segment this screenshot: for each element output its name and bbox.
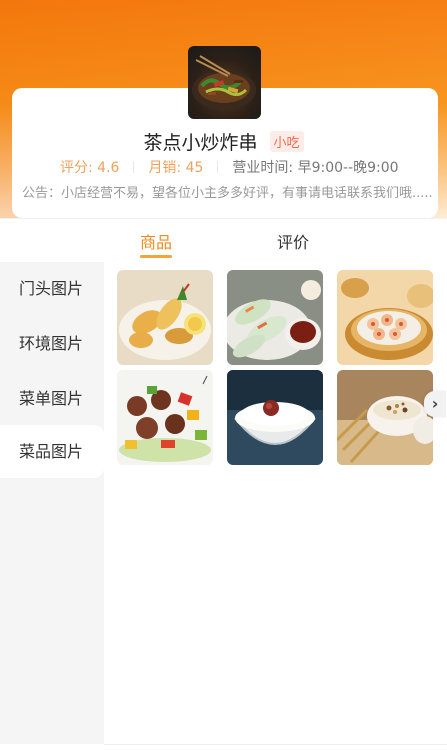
shop-category-tag: 小吃 [269,131,304,152]
photo-tile[interactable] [227,370,323,465]
photo-grid [117,270,437,470]
stir-fry-dish-icon [192,55,256,110]
scroll-right-button[interactable]: › [424,391,446,417]
sidebar-item-menu[interactable]: 菜单图片 [0,372,104,425]
meatball-skewers-photo-icon [117,370,213,465]
tab-reviews[interactable]: 评价 [277,229,309,253]
rating-text: 评分: 4.6 [60,160,120,176]
active-tab-indicator [140,255,172,258]
sidebar-item-environment[interactable]: 环境图片 [0,317,104,370]
photo-tile[interactable] [117,270,213,365]
shop-logo [188,46,261,119]
category-sidebar: 门头图片 环境图片 菜单图片 菜品图片 [0,262,104,744]
stats-divider [133,161,135,173]
shop-stats: 评分: 4.6 月销: 45 营业时间: 早9:00--晚9:00 [60,157,399,177]
chevron-right-icon: › [431,394,439,413]
stats-divider [217,161,219,173]
shop-name: 茶点小炒炸串 [143,132,258,154]
monthly-sales-text: 月销: 45 [148,160,204,176]
sidebar-item-storefront[interactable]: 门头图片 [0,262,104,315]
photo-tile[interactable] [337,270,433,365]
photo-tile[interactable] [337,370,433,465]
tempura-photo-icon [117,270,213,365]
business-hours-text: 营业时间: 早9:00--晚9:00 [232,160,399,176]
cereal-bowl-photo-icon [337,370,433,465]
tab-bar: 商品 评价 [0,218,447,262]
sidebar-item-dishes[interactable]: 菜品图片 [0,425,104,478]
shop-notice: 公告：小店经营不易，望各位小主多多好评，有事请电话联系我们哦..... [22,186,433,201]
shrimp-dumplings-photo-icon [337,270,433,365]
photo-tile[interactable] [117,370,213,465]
photo-tile[interactable] [227,270,323,365]
bottom-divider [104,744,447,745]
rice-bowl-photo-icon [227,370,323,465]
tab-products[interactable]: 商品 [140,229,172,253]
spring-rolls-photo-icon [227,270,323,365]
shop-page: 茶点小炒炸串 小吃 评分: 4.6 月销: 45 营业时间: 早9:00--晚9… [0,0,447,751]
shop-title-row: 茶点小炒炸串 小吃 [0,128,447,155]
